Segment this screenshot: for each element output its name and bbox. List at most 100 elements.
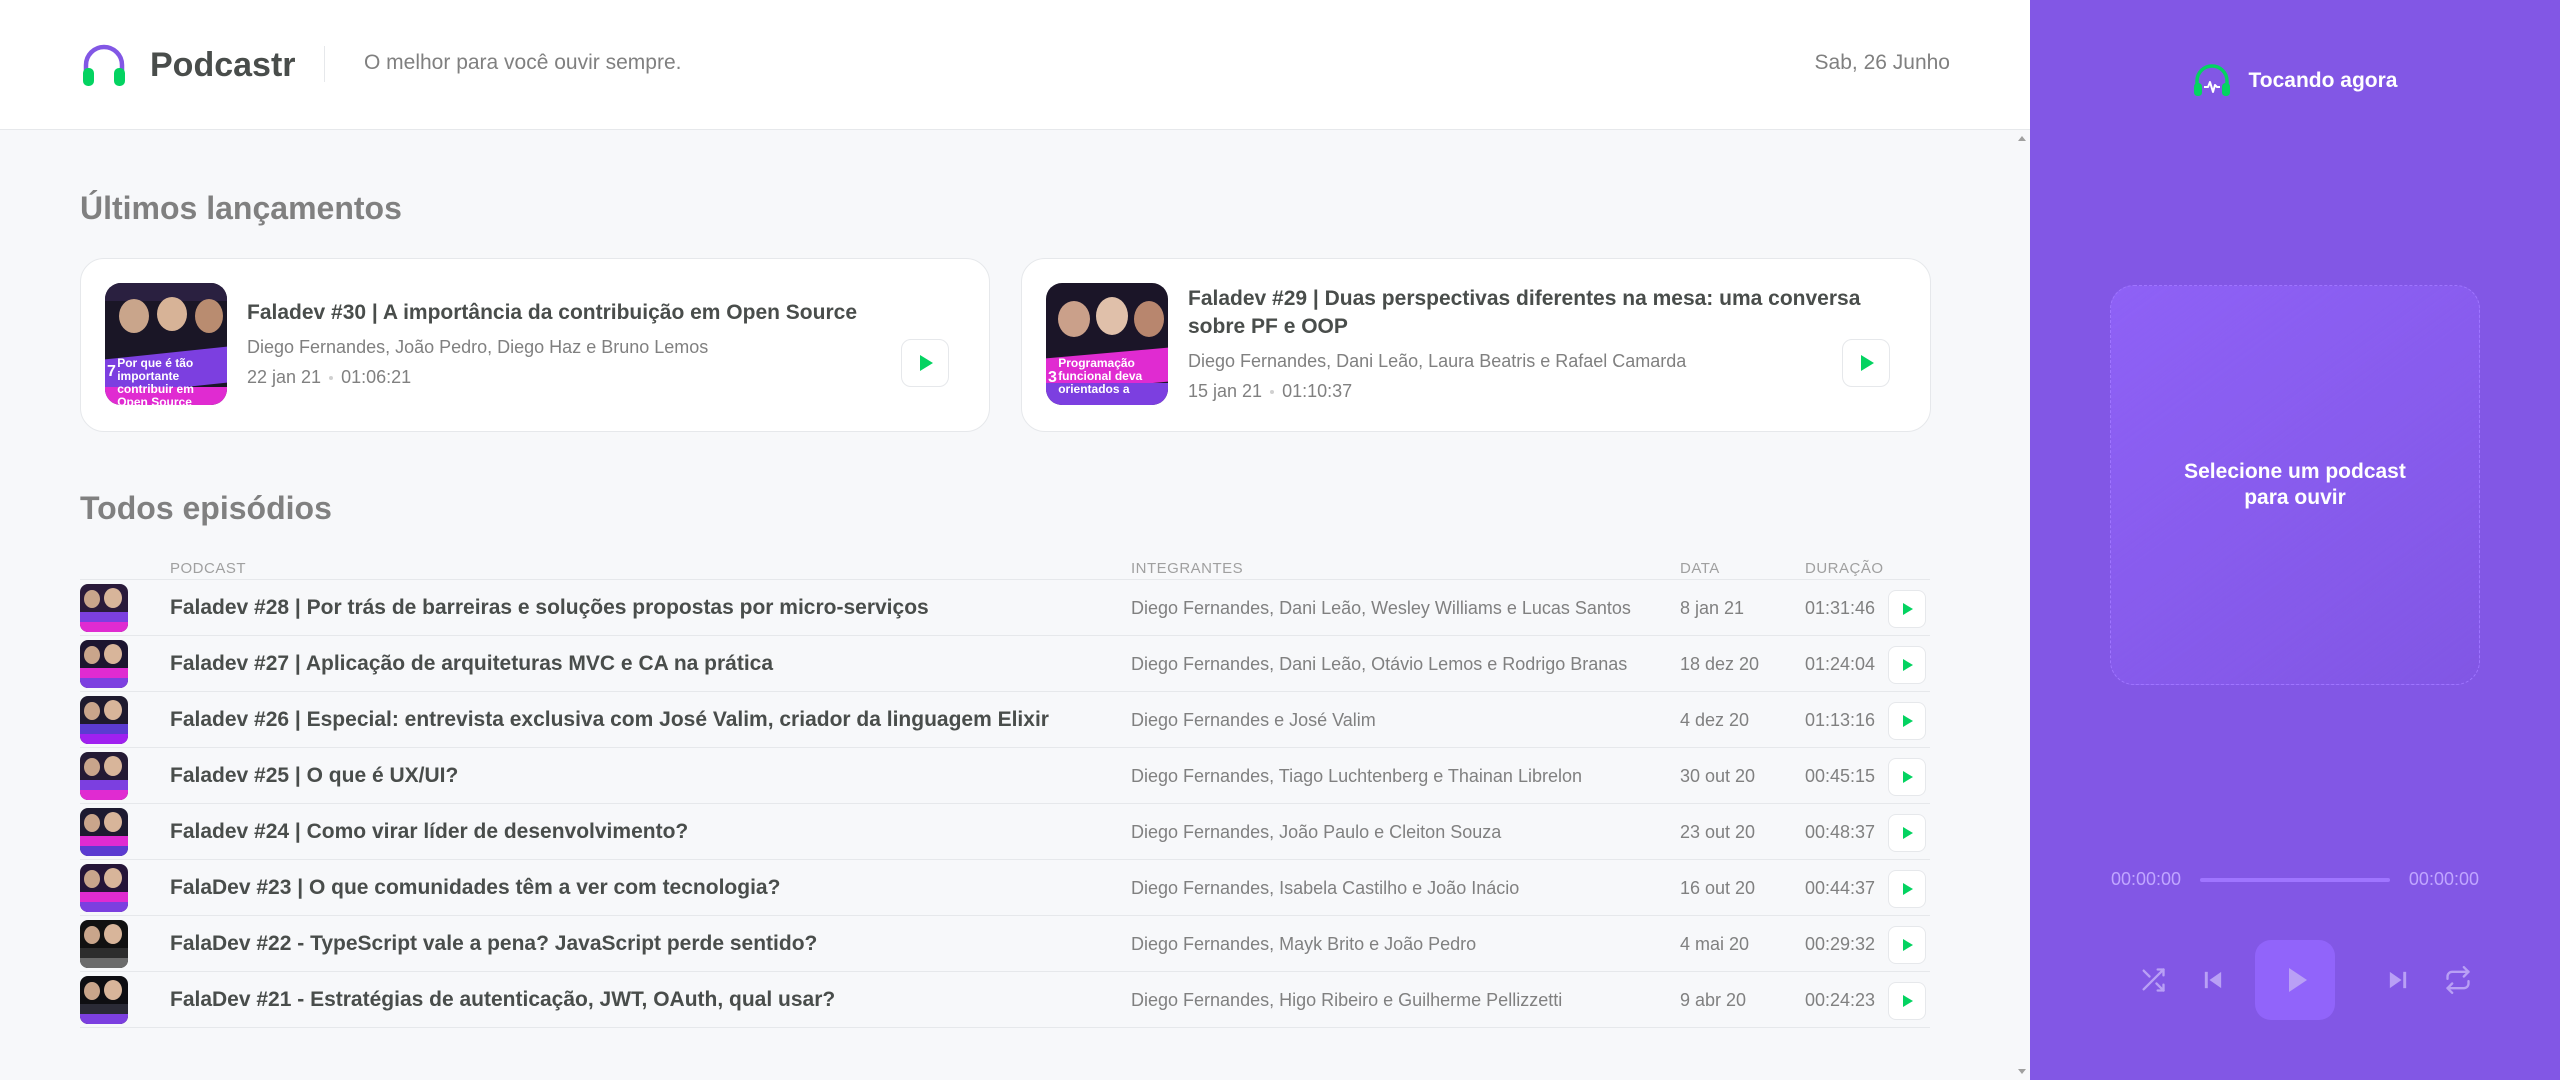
app-name: Podcastr xyxy=(150,45,296,84)
play-icon xyxy=(1903,827,1913,839)
episode-duration: 00:24:23 xyxy=(1805,990,1876,1010)
table-body: Faladev #28 | Por trás de barreiras e so… xyxy=(80,580,1930,1028)
episode-members: Diego Fernandes e José Valim xyxy=(1131,710,1376,730)
current-date: Sab, 26 Junho xyxy=(1814,51,1950,74)
table-row[interactable]: FalaDev #21 - Estratégias de autenticaçã… xyxy=(80,972,1930,1028)
episode-thumbnail: Programação funcional deva orientados a … xyxy=(1046,283,1168,405)
play-episode-button[interactable] xyxy=(901,339,949,387)
episode-members: Diego Fernandes, João Paulo e Cleiton So… xyxy=(1131,822,1502,842)
progress-bar[interactable] xyxy=(2200,878,2390,882)
next-icon xyxy=(2389,971,2407,989)
episode-title[interactable]: Faladev #26 | Especial: entrevista exclu… xyxy=(170,708,1049,732)
episode-thumbnail: Por que é tão importante contribuir em O… xyxy=(105,283,227,405)
tagline: O melhor para você ouvir sempre. xyxy=(364,51,682,74)
play-button[interactable] xyxy=(2255,940,2335,1020)
table-row[interactable]: Faladev #26 | Especial: entrevista exclu… xyxy=(80,692,1930,748)
table-row[interactable]: Faladev #28 | Por trás de barreiras e so… xyxy=(80,580,1930,636)
table-row[interactable]: Faladev #24 | Como virar líder de desenv… xyxy=(80,804,1930,860)
table-row[interactable]: Faladev #27 | Aplicação de arquiteturas … xyxy=(80,636,1930,692)
table-row[interactable]: FalaDev #23 | O que comunidades têm a ve… xyxy=(80,860,1930,916)
episode-thumbnail xyxy=(80,864,128,912)
now-playing-label: Tocando agora xyxy=(2248,69,2398,92)
episode-date: 22 jan 21 xyxy=(247,367,322,387)
episode-duration: 00:48:37 xyxy=(1805,822,1876,842)
home-page: Últimos lançamentos Por que é tão import… xyxy=(0,130,2030,1080)
column-podcast: PODCAST xyxy=(170,560,247,577)
episode-title[interactable]: Faladev #24 | Como virar líder de desenv… xyxy=(170,820,688,844)
episode-members: Diego Fernandes, Dani Leão, Laura Beatri… xyxy=(1188,351,1687,371)
empty-player-message: Selecione um podcast para ouvir xyxy=(2184,460,2406,509)
play-episode-button[interactable] xyxy=(1888,926,1926,964)
episode-thumbnail xyxy=(80,640,128,688)
episode-title[interactable]: FalaDev #22 - TypeScript vale a pena? Ja… xyxy=(170,932,817,956)
play-icon xyxy=(2288,968,2307,992)
play-icon xyxy=(1903,995,1913,1007)
episode-date: 4 mai 20 xyxy=(1680,934,1750,954)
player-panel: Tocando agora Selecione um podcast para … xyxy=(2030,0,2560,1080)
play-episode-button[interactable] xyxy=(1888,590,1926,628)
main-content: Podcastr O melhor para você ouvir sempre… xyxy=(0,0,2030,1080)
play-icon xyxy=(1903,771,1913,783)
episode-thumbnail xyxy=(80,752,128,800)
episode-duration: 00:29:32 xyxy=(1805,934,1876,954)
episode-date: 23 out 20 xyxy=(1680,822,1756,842)
play-episode-button[interactable] xyxy=(1888,758,1926,796)
total-time: 00:00:00 xyxy=(2408,869,2479,889)
player-controls xyxy=(2030,940,2560,1020)
episode-duration: 01:24:04 xyxy=(1805,654,1876,674)
scrollbar[interactable] xyxy=(2014,130,2030,1080)
episode-title[interactable]: FalaDev #23 | O que comunidades têm a ve… xyxy=(170,876,780,900)
play-icon xyxy=(1903,939,1913,951)
episode-title[interactable]: Faladev #25 | O que é UX/UI? xyxy=(170,764,458,788)
separator-dot xyxy=(329,376,334,381)
episode-thumbnail xyxy=(80,976,128,1024)
episode-duration: 00:45:15 xyxy=(1805,766,1876,786)
episode-date: 15 jan 21 xyxy=(1188,381,1263,401)
playing-headphones-icon xyxy=(2193,64,2230,96)
latest-episodes-title: Últimos lançamentos xyxy=(80,190,402,226)
header: Podcastr O melhor para você ouvir sempre… xyxy=(0,0,2030,130)
play-episode-button[interactable] xyxy=(1888,646,1926,684)
shuffle-icon xyxy=(2142,968,2165,992)
play-icon xyxy=(1903,603,1913,615)
scroll-down-icon[interactable] xyxy=(2018,1069,2026,1074)
episode-thumbnail xyxy=(80,584,128,632)
table-row[interactable]: FalaDev #22 - TypeScript vale a pena? Ja… xyxy=(80,916,1930,972)
episode-duration: 01:31:46 xyxy=(1805,598,1876,618)
table-header: PODCAST INTEGRANTES DATA DURAÇÃO xyxy=(80,550,1930,580)
episode-duration: 01:13:16 xyxy=(1805,710,1876,730)
next-button[interactable] xyxy=(2378,960,2418,1000)
episode-duration: 01:10:37 xyxy=(1282,381,1353,401)
episode-thumbnail xyxy=(80,808,128,856)
episode-thumbnail xyxy=(80,920,128,968)
episode-date: 18 dez 20 xyxy=(1680,654,1760,674)
latest-episode-card[interactable]: Por que é tão importante contribuir em O… xyxy=(80,258,990,432)
episode-date: 8 jan 21 xyxy=(1680,598,1745,618)
play-icon xyxy=(1903,659,1913,671)
play-icon xyxy=(920,355,933,371)
play-episode-button[interactable] xyxy=(1888,870,1926,908)
episode-title[interactable]: Faladev #29 | Duas perspectivas diferent… xyxy=(1188,285,1878,341)
episode-date: 9 abr 20 xyxy=(1680,990,1747,1010)
play-episode-button[interactable] xyxy=(1842,339,1890,387)
episode-title[interactable]: Faladev #28 | Por trás de barreiras e so… xyxy=(170,596,929,620)
episode-title[interactable]: Faladev #27 | Aplicação de arquiteturas … xyxy=(170,652,773,676)
shuffle-button[interactable] xyxy=(2133,960,2173,1000)
repeat-button[interactable] xyxy=(2438,960,2478,1000)
episode-title[interactable]: Faladev #30 | A importância da contribui… xyxy=(247,299,857,327)
play-episode-button[interactable] xyxy=(1888,702,1926,740)
current-time: 00:00:00 xyxy=(2111,869,2182,889)
table-row[interactable]: Faladev #25 | O que é UX/UI? Diego Fernan… xyxy=(80,748,1930,804)
play-icon xyxy=(1903,883,1913,895)
episode-duration: 00:44:37 xyxy=(1805,878,1876,898)
episode-meta: 22 jan 21 01:06:21 xyxy=(247,367,411,388)
column-members: INTEGRANTES xyxy=(1131,560,1244,577)
scroll-up-icon[interactable] xyxy=(2018,136,2026,141)
play-episode-button[interactable] xyxy=(1888,982,1926,1020)
episode-date: 30 out 20 xyxy=(1680,766,1756,786)
play-episode-button[interactable] xyxy=(1888,814,1926,852)
episode-title[interactable]: FalaDev #21 - Estratégias de autenticaçã… xyxy=(170,988,835,1012)
previous-button[interactable] xyxy=(2193,960,2233,1000)
separator-dot xyxy=(1270,390,1275,395)
latest-episode-card[interactable]: Programação funcional deva orientados a … xyxy=(1021,258,1931,432)
